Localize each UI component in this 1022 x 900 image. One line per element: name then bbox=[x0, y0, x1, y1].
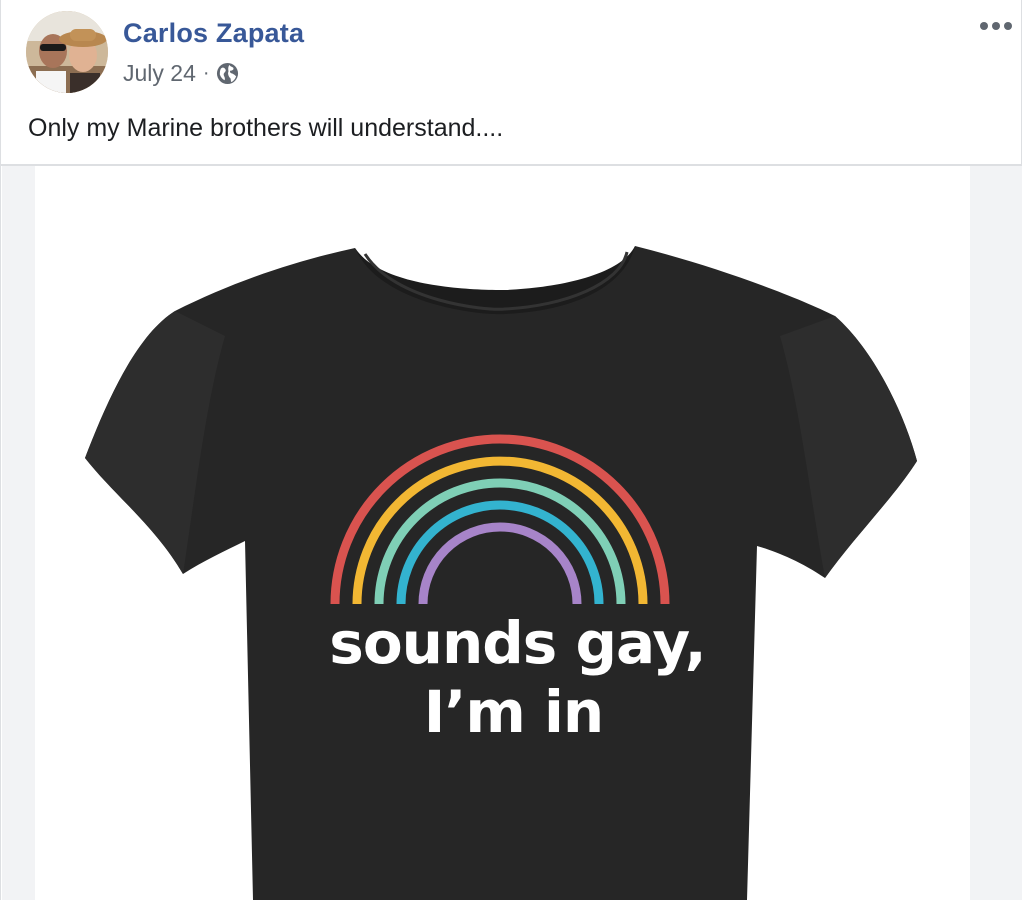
post-text: Only my Marine brothers will understand.… bbox=[28, 114, 504, 142]
globe-icon[interactable] bbox=[216, 62, 239, 85]
post-photo[interactable]: sounds gay, I’m in bbox=[35, 166, 970, 900]
ellipsis-icon bbox=[980, 22, 1012, 30]
tshirt-illustration bbox=[85, 246, 917, 900]
shirt-text-line2: I’m in bbox=[423, 678, 604, 746]
author-name[interactable]: Carlos Zapata bbox=[123, 18, 304, 49]
feed-post: Carlos Zapata July 24 · Only my Marine b… bbox=[0, 0, 1022, 900]
post-meta: July 24 · bbox=[123, 59, 239, 87]
meta-separator: · bbox=[202, 61, 210, 84]
photo-container: sounds gay, I’m in bbox=[2, 166, 1022, 900]
more-options-button[interactable] bbox=[979, 17, 1013, 35]
avatar-photo bbox=[26, 11, 108, 93]
shirt-text-line1: sounds gay, bbox=[329, 609, 706, 677]
author-avatar[interactable] bbox=[26, 11, 108, 93]
post-date[interactable]: July 24 bbox=[123, 60, 196, 87]
